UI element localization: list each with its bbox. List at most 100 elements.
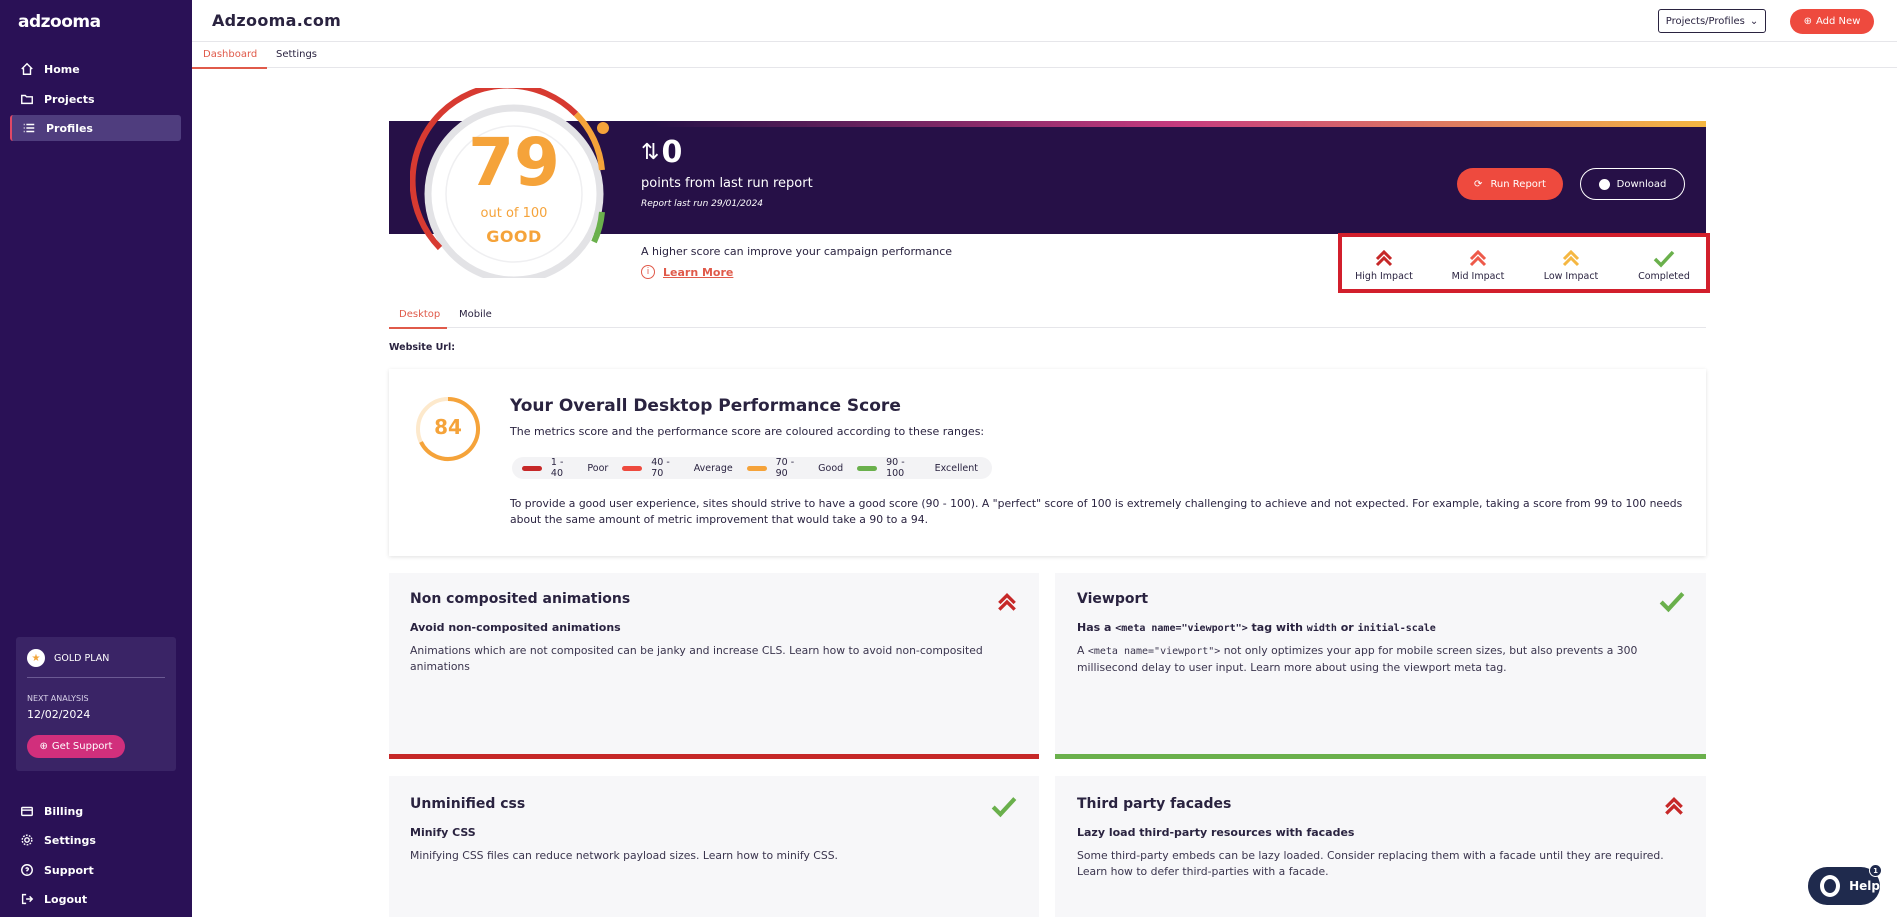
tab-dashboard[interactable]: Dashboard — [203, 49, 257, 60]
legend-completed: Completed — [1624, 249, 1704, 282]
plan-card: ★ GOLD PLAN NEXT ANALYSIS 12/02/2024 ⊕ G… — [16, 637, 176, 771]
tab-settings[interactable]: Settings — [276, 49, 317, 60]
low-impact-icon — [1562, 249, 1580, 267]
sidebar-item-label: Profiles — [46, 121, 93, 135]
last-run-date: Report last run 29/01/2024 — [641, 199, 764, 209]
refresh-icon: ⟳ — [1474, 178, 1483, 190]
overall-score: 79 — [468, 124, 560, 201]
get-support-button[interactable]: ⊕ Get Support — [27, 735, 125, 758]
up-down-arrows-icon: ⇅ — [641, 140, 660, 165]
active-tab-indicator — [192, 67, 267, 69]
checkmark-icon — [991, 797, 1017, 818]
active-tab-indicator — [389, 327, 447, 329]
audit-subtitle: Lazy load third-party resources with fac… — [1077, 826, 1355, 839]
home-icon — [20, 62, 34, 76]
sidebar: adzooma Home Projects Profiles ★ GOLD PL… — [0, 0, 192, 917]
question-icon — [20, 863, 34, 877]
sidebar-item-label: Home — [44, 62, 80, 76]
logout-icon — [20, 892, 34, 906]
legend-low-impact: Low Impact — [1531, 249, 1611, 282]
card-icon — [20, 804, 34, 818]
audit-description: Some third-party embeds can be lazy load… — [1077, 849, 1664, 878]
status-bar — [389, 754, 1039, 759]
range-good: 70 - 90 Good — [746, 457, 843, 479]
run-report-button[interactable]: ⟳ Run Report — [1457, 168, 1563, 200]
lifebuoy-icon — [1820, 875, 1841, 897]
gear-icon — [20, 833, 34, 847]
score-ranges: 1 - 40 Poor 40 - 70 Average 70 - 90 Good 90… — [512, 457, 992, 479]
sidebar-item-billing[interactable]: Billing — [10, 798, 181, 824]
status-bar — [1055, 754, 1706, 759]
audit-description: Minifying CSS files can reduce network p… — [410, 849, 838, 862]
range-excellent: 90 - 100 Excellent — [857, 457, 978, 479]
sidebar-item-profiles[interactable]: Profiles — [10, 115, 181, 141]
download-button[interactable]: Download — [1580, 168, 1685, 200]
sidebar-item-label: Projects — [44, 92, 95, 106]
score-delta: ⇅ 0 — [641, 135, 683, 170]
sidebar-item-support[interactable]: Support — [10, 857, 181, 883]
top-bar: Adzooma.com Projects/Profiles ⌄ ⊕ Add Ne… — [192, 0, 1897, 42]
next-analysis-label: NEXT ANALYSIS — [27, 694, 89, 703]
device-tabs: Desktop Mobile — [389, 302, 1706, 329]
score-out-of: out of 100 — [480, 206, 548, 221]
sidebar-item-projects[interactable]: Projects — [10, 86, 181, 112]
sidebar-item-label: Settings — [44, 833, 96, 847]
list-icon — [22, 121, 36, 135]
audit-title: Third party facades — [1077, 796, 1232, 812]
sidebar-item-logout[interactable]: Logout — [10, 886, 181, 912]
overall-subtitle: The metrics score and the performance sc… — [510, 425, 985, 438]
plus-circle-icon: ⊕ — [1803, 16, 1813, 27]
download-icon — [1598, 178, 1610, 190]
score-rating: GOOD — [486, 227, 542, 246]
page-title: Adzooma.com — [212, 11, 342, 30]
checkmark-icon — [1659, 592, 1685, 613]
impact-legend: High Impact Mid Impact Low Impact Comple… — [1338, 233, 1710, 293]
mid-impact-icon — [1469, 249, 1487, 267]
performance-score: 84 — [434, 415, 462, 439]
add-new-button[interactable]: ⊕ Add New — [1790, 9, 1874, 34]
website-url-label: Website Url: — [389, 342, 456, 353]
overall-description: To provide a good user experience, sites… — [510, 497, 1683, 526]
chevron-down-icon: ⌄ — [1749, 15, 1759, 27]
tab-desktop[interactable]: Desktop — [399, 309, 440, 320]
audit-title: Unminified css — [410, 796, 526, 812]
high-impact-icon — [1375, 249, 1393, 267]
range-average: 40 - 70 Average — [622, 457, 733, 479]
plan-name: GOLD PLAN — [54, 652, 110, 664]
score-hint: A higher score can improve your campaign… — [641, 245, 953, 258]
legend-mid-impact: Mid Impact — [1438, 249, 1518, 282]
sidebar-item-home[interactable]: Home — [10, 56, 181, 82]
learn-more-link[interactable]: i Learn More — [641, 265, 733, 279]
plus-circle-icon: ⊕ — [39, 741, 48, 752]
high-impact-icon — [1665, 796, 1683, 815]
info-icon: i — [641, 265, 655, 279]
audit-subtitle: Minify CSS — [410, 826, 476, 839]
audit-subtitle: Avoid non-composited animations — [410, 621, 621, 634]
audit-title: Non composited animations — [410, 591, 631, 607]
delta-caption: points from last run report — [641, 176, 813, 191]
sidebar-item-label: Logout — [44, 892, 88, 906]
audit-description: Animations which are not composited can … — [410, 644, 983, 673]
folder-icon — [20, 92, 34, 106]
high-impact-icon — [998, 592, 1016, 611]
sidebar-item-settings[interactable]: Settings — [10, 827, 181, 853]
audit-subtitle: Has a <meta name="viewport"> tag with wi… — [1077, 621, 1436, 634]
gauge-marker — [597, 122, 609, 134]
legend-high-impact: High Impact — [1344, 249, 1424, 282]
divider — [27, 677, 165, 678]
tab-mobile[interactable]: Mobile — [459, 309, 492, 320]
overall-title: Your Overall Desktop Performance Score — [510, 396, 901, 416]
next-analysis-date: 12/02/2024 — [27, 708, 91, 721]
range-poor: 1 - 40 Poor — [522, 457, 608, 479]
rocket-icon: ★ — [27, 649, 45, 667]
checkmark-icon — [1653, 250, 1675, 268]
top-tabs: Dashboard Settings — [192, 42, 1897, 69]
notification-badge: 1 — [1869, 864, 1882, 877]
adzooma-logo[interactable]: adzooma — [18, 12, 101, 32]
projects-profiles-dropdown[interactable]: Projects/Profiles ⌄ — [1658, 9, 1766, 33]
audit-description: A <meta name="viewport"> not only optimi… — [1077, 644, 1638, 674]
audit-title: Viewport — [1077, 591, 1149, 607]
sidebar-item-label: Billing — [44, 804, 84, 818]
sidebar-item-label: Support — [44, 863, 94, 877]
help-button[interactable]: Help 1 — [1808, 864, 1882, 905]
